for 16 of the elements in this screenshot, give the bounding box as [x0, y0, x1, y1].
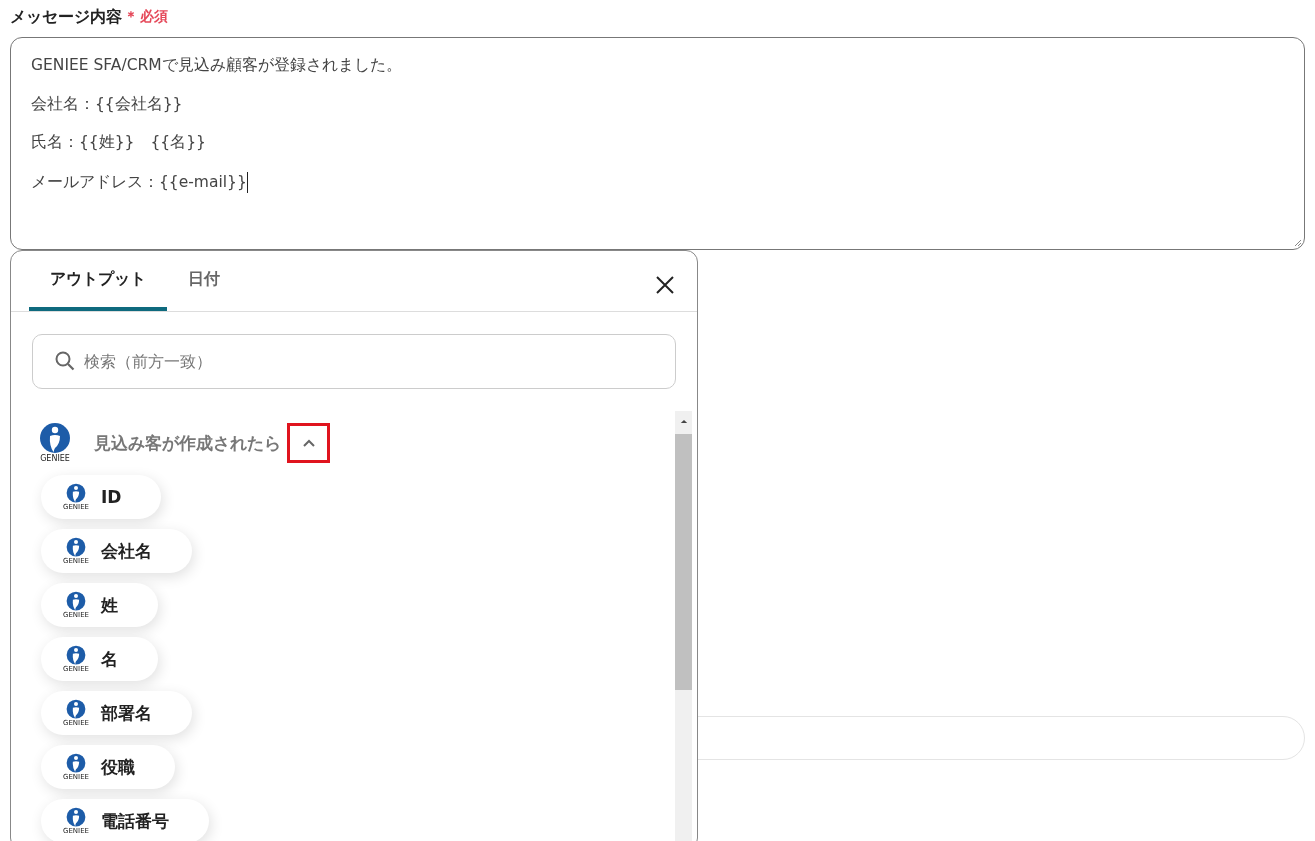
close-icon[interactable]: [655, 275, 675, 295]
search-field[interactable]: 検索（前方一致）: [32, 334, 676, 389]
required-mark: ＊: [124, 8, 138, 26]
message-field[interactable]: GENIEE SFA/CRMで見込み顧客が登録されました。 会社名：{{会社名}} 氏名：{{姓}} {{名}} メールアドレス：{{e-mail}}: [10, 37, 1305, 250]
collapse-button[interactable]: [287, 423, 330, 463]
scroll-up-icon[interactable]: [679, 419, 688, 424]
search-icon: [55, 351, 75, 371]
tab[interactable]: 日付: [167, 251, 241, 311]
chevron-icon: [301, 438, 316, 448]
resize-grip-icon[interactable]: [1292, 237, 1302, 247]
geniee-logo: GENIEE: [37, 422, 73, 464]
field-label: メッセージ内容: [10, 6, 122, 28]
required-text: 必須: [140, 8, 168, 26]
tab[interactable]: アウトプット: [29, 251, 167, 311]
scrollbar[interactable]: [675, 411, 692, 841]
group-title: 見込み客が作成されたら: [94, 431, 281, 455]
